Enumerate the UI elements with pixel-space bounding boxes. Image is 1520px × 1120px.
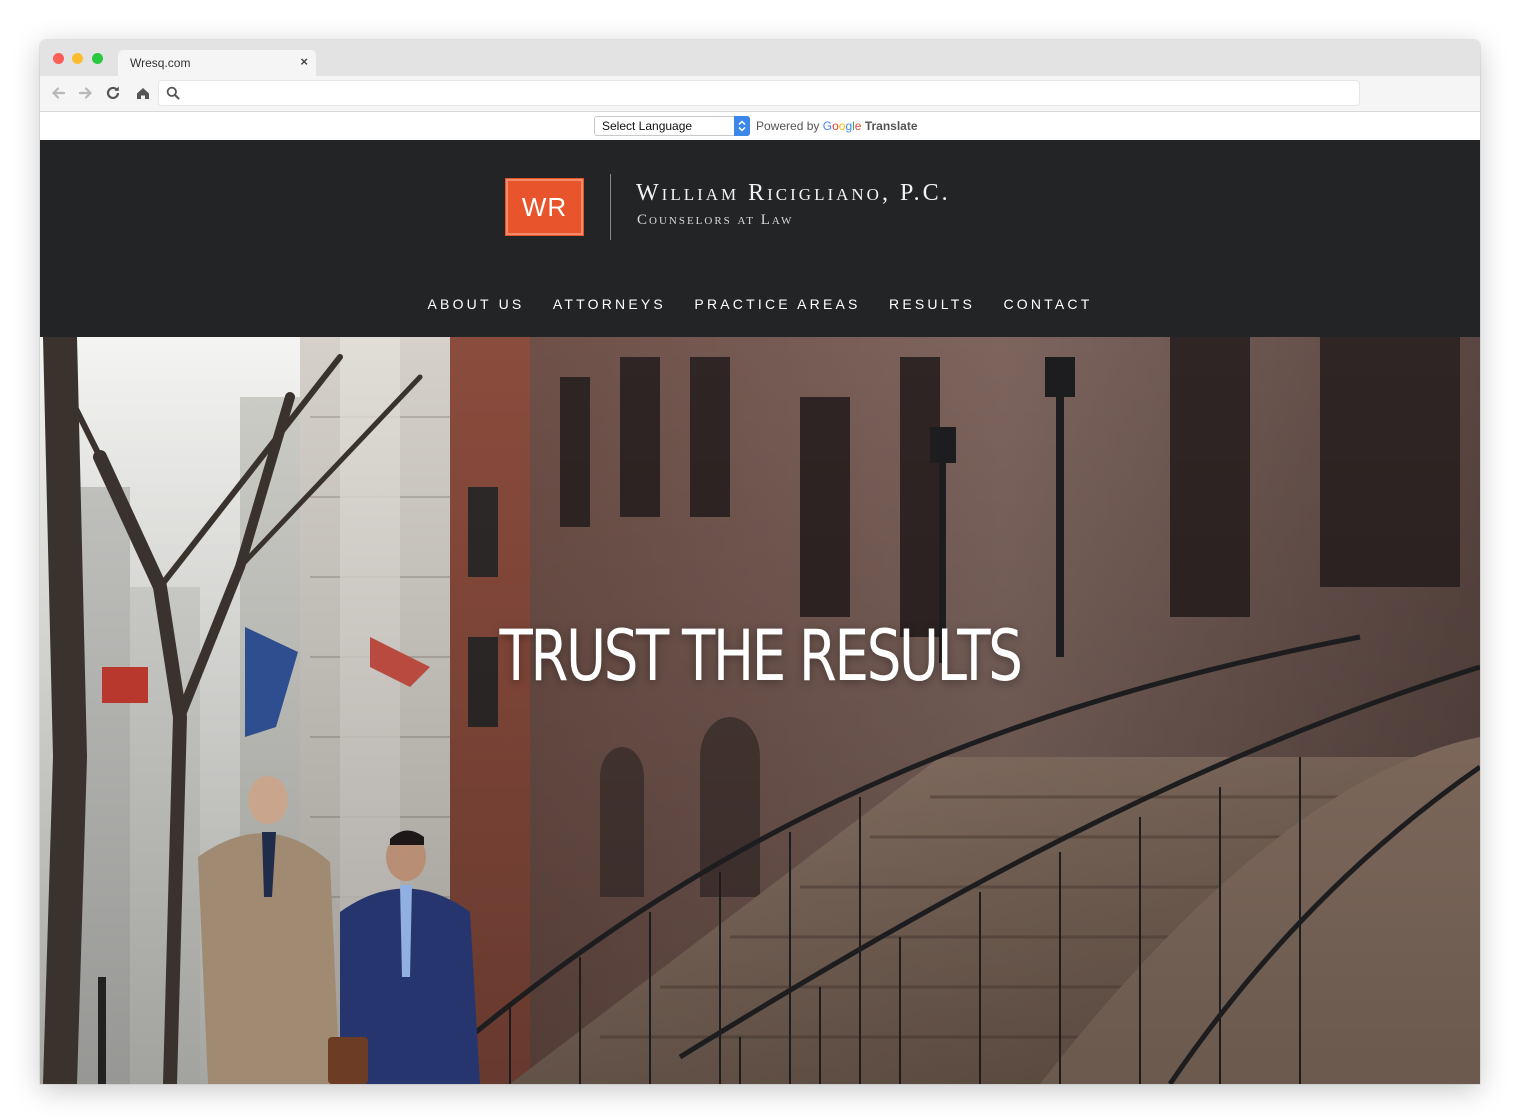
browser-window: Wresq.com × Select Language Powered by G…	[40, 40, 1480, 1084]
hero-headline: TRUST THE RESULTS	[499, 615, 1022, 697]
nav-results[interactable]: RESULTS	[889, 296, 975, 312]
nav-contact[interactable]: CONTACT	[1003, 296, 1092, 312]
nav-attorneys[interactable]: ATTORNEYS	[553, 296, 666, 312]
title-bar: Wresq.com ×	[40, 40, 1480, 76]
close-window-button[interactable]	[53, 53, 64, 64]
maximize-window-button[interactable]	[92, 53, 103, 64]
browser-tab[interactable]: Wresq.com ×	[118, 50, 316, 76]
tab-close-icon[interactable]: ×	[300, 54, 308, 69]
main-navigation: ABOUT US ATTORNEYS PRACTICE AREAS RESULT…	[40, 296, 1480, 314]
google-logo[interactable]: Google	[823, 119, 862, 133]
language-select-value: Select Language	[602, 119, 693, 133]
powered-by-label: Powered by	[756, 119, 820, 133]
firm-tagline: Counselors at Law	[637, 212, 794, 228]
hero-photo	[40, 337, 1480, 1084]
address-bar[interactable]	[158, 80, 1360, 106]
minimize-window-button[interactable]	[72, 53, 83, 64]
logo-divider	[610, 174, 611, 240]
language-select[interactable]: Select Language	[594, 116, 750, 136]
reload-icon[interactable]	[104, 84, 122, 102]
home-icon[interactable]	[134, 84, 152, 102]
powered-by-google: Powered by Google Translate	[756, 119, 918, 133]
select-arrows-icon	[734, 116, 750, 136]
hero-banner: TRUST THE RESULTS	[40, 337, 1480, 1084]
firm-logo[interactable]: WR	[505, 178, 584, 236]
nav-about-us[interactable]: ABOUT US	[428, 296, 525, 312]
forward-icon[interactable]	[76, 84, 94, 102]
browser-toolbar	[40, 76, 1480, 112]
back-icon[interactable]	[50, 84, 68, 102]
search-icon	[166, 86, 180, 100]
translate-link[interactable]: Translate	[865, 119, 918, 133]
google-translate-bar: Select Language Powered by Google Transl…	[40, 112, 1480, 140]
tab-title: Wresq.com	[130, 56, 191, 70]
firm-name[interactable]: William Ricigliano, P.C.	[636, 180, 951, 207]
site-header: WR William Ricigliano, P.C. Counselors a…	[40, 140, 1480, 337]
nav-practice-areas[interactable]: PRACTICE AREAS	[694, 296, 860, 312]
